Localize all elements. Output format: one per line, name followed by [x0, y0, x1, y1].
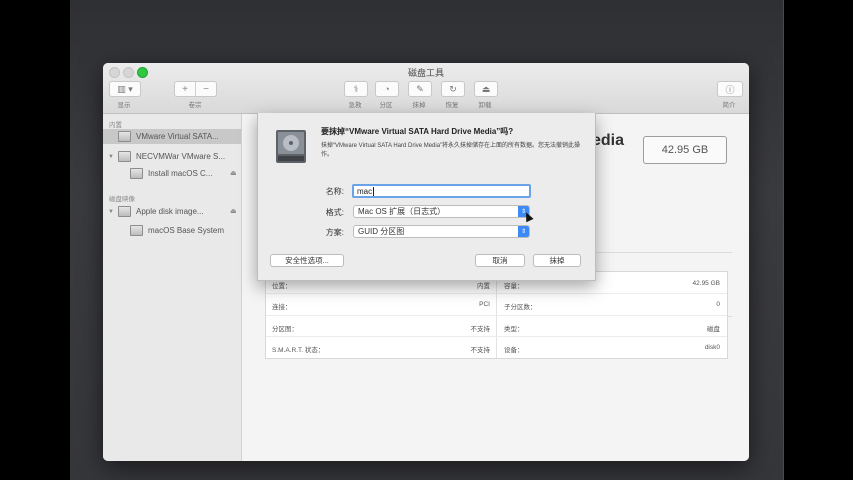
- row-divider: [266, 336, 727, 337]
- sidebar-header-internal: 内置: [109, 122, 122, 129]
- volume-label: 卷宗: [188, 102, 202, 109]
- info-value: 不支持: [470, 326, 491, 333]
- sidebar-item-label: macOS Base System: [148, 226, 225, 235]
- partition-button[interactable]: ◔: [375, 81, 399, 97]
- unmount-button[interactable]: ⏏: [474, 81, 498, 97]
- security-options-button[interactable]: 安全性选项...: [270, 254, 344, 267]
- optical-drive-icon: [118, 151, 131, 162]
- eject-icon[interactable]: ⏏: [230, 207, 237, 215]
- remove-volume-icon[interactable]: −: [196, 82, 216, 96]
- rescue-button[interactable]: ⚕: [344, 81, 368, 97]
- name-field[interactable]: mac: [352, 184, 531, 198]
- hard-disk-icon: [118, 131, 131, 142]
- eject-icon[interactable]: ⏏: [230, 169, 237, 177]
- restore-button[interactable]: ↻: [441, 81, 465, 97]
- partition-icon: ◔: [384, 84, 390, 94]
- info-value: 0: [716, 301, 720, 308]
- info-label: 位置：: [272, 283, 292, 290]
- sheet-title: 要抹掉“VMware Virtual SATA Hard Drive Media…: [321, 127, 514, 136]
- restore-label: 恢复: [445, 102, 459, 109]
- erase-toolbar-button[interactable]: ✎: [408, 81, 432, 97]
- sidebar-item-vmware-disk[interactable]: VMware Virtual SATA...: [103, 129, 241, 144]
- info-label: 简介: [722, 102, 736, 109]
- format-label: 格式:: [325, 208, 344, 217]
- volume-icon: [130, 168, 143, 179]
- erase-button[interactable]: 抹掉: [533, 254, 581, 267]
- name-label: 名称:: [325, 187, 344, 196]
- format-value: Mac OS 扩展（日志式）: [358, 207, 446, 216]
- scheme-value: GUID 分区图: [358, 227, 405, 236]
- row-divider: [266, 315, 727, 316]
- erase-sheet: 要抹掉“VMware Virtual SATA Hard Drive Media…: [257, 113, 596, 281]
- info-label: 容量：: [504, 283, 524, 290]
- sidebar-item-apple-disk-image[interactable]: ▼ Apple disk image...: [108, 204, 204, 219]
- popup-arrows-icon[interactable]: ⇕: [518, 226, 529, 237]
- titlebar: 磁盘工具 ▥ ▾ 显示 + − 卷宗 ⚕ 急救 ◔ 分区 ✎ 抹掉 ↻ 恢复 ⏏…: [103, 63, 749, 114]
- sheet-description: 抹掉“VMware Virtual SATA Hard Drive Media”…: [321, 143, 581, 158]
- info-value: 磁盘: [707, 326, 720, 333]
- info-value: disk0: [704, 344, 720, 351]
- stethoscope-icon: ⚕: [353, 83, 359, 94]
- info-label: 设备：: [504, 347, 524, 354]
- info-value: 内置: [477, 283, 490, 290]
- format-select[interactable]: Mac OS 扩展（日志式） ⇕: [353, 205, 530, 218]
- row-divider: [266, 293, 727, 294]
- restore-icon: ↻: [449, 83, 457, 94]
- info-label: 子分区数：: [504, 304, 537, 311]
- disclosure-triangle-icon[interactable]: ▼: [108, 154, 114, 160]
- window-title: 磁盘工具: [407, 68, 444, 78]
- sidebar: 内置 VMware Virtual SATA... ▼ NECVMWar VMw…: [103, 114, 242, 461]
- info-label: 连接：: [272, 304, 292, 311]
- info-value: PCI: [479, 301, 490, 308]
- erase-label: 抹掉: [412, 102, 426, 109]
- rescue-label: 急救: [348, 102, 362, 109]
- info-table: 位置： 内置 容量： 42.95 GB 连接： PCI 子分区数： 0 分区图：…: [265, 271, 728, 359]
- info-label: 分区图：: [272, 326, 298, 333]
- info-value: 不支持: [470, 347, 491, 354]
- text-caret: [373, 186, 375, 196]
- disclosure-triangle-icon[interactable]: ▼: [108, 209, 114, 215]
- sidebar-icon: ▥ ▾: [117, 83, 133, 94]
- screen-border: [783, 0, 853, 480]
- sidebar-item-macos-base-system[interactable]: macOS Base System: [130, 223, 224, 238]
- hard-drive-icon: [276, 130, 306, 163]
- unmount-label: 卸载: [478, 102, 492, 109]
- cancel-button[interactable]: 取消: [475, 254, 525, 267]
- disk-image-icon: [118, 206, 131, 217]
- sidebar-item-label: VMware Virtual SATA...: [136, 132, 219, 141]
- info-value: 42.95 GB: [692, 280, 720, 287]
- scheme-select[interactable]: GUID 分区图 ⇕: [353, 225, 530, 238]
- sidebar-item-necvmwar[interactable]: ▼ NECVMWar VMware S...: [108, 149, 225, 164]
- info-label: 类型：: [504, 326, 524, 333]
- sidebar-item-label: NECVMWar VMware S...: [136, 152, 226, 161]
- volume-button-group[interactable]: + −: [174, 81, 217, 97]
- info-button[interactable]: ⓘ: [717, 81, 743, 97]
- info-icon: ⓘ: [725, 84, 735, 95]
- info-label: S.M.A.R.T. 状态：: [272, 347, 325, 354]
- divider: [592, 252, 732, 253]
- partition-label: 分区: [379, 102, 393, 109]
- sidebar-header-images: 磁盘映像: [109, 196, 135, 203]
- eject-icon: ⏏: [481, 83, 491, 94]
- name-value: mac: [357, 186, 373, 196]
- sidebar-item-label: Install macOS C...: [148, 169, 213, 178]
- add-volume-icon[interactable]: +: [175, 82, 196, 96]
- scheme-label: 方案:: [325, 228, 344, 237]
- view-button[interactable]: ▥ ▾: [109, 81, 141, 97]
- erase-icon: ✎: [416, 83, 424, 94]
- sidebar-item-label: Apple disk image...: [136, 207, 204, 216]
- sidebar-item-install-macos[interactable]: Install macOS C...: [130, 166, 212, 181]
- disk-title: edia: [592, 132, 625, 149]
- capacity-box: 42.95 GB: [643, 136, 727, 164]
- volume-icon: [130, 225, 143, 236]
- view-label: 显示: [117, 102, 131, 109]
